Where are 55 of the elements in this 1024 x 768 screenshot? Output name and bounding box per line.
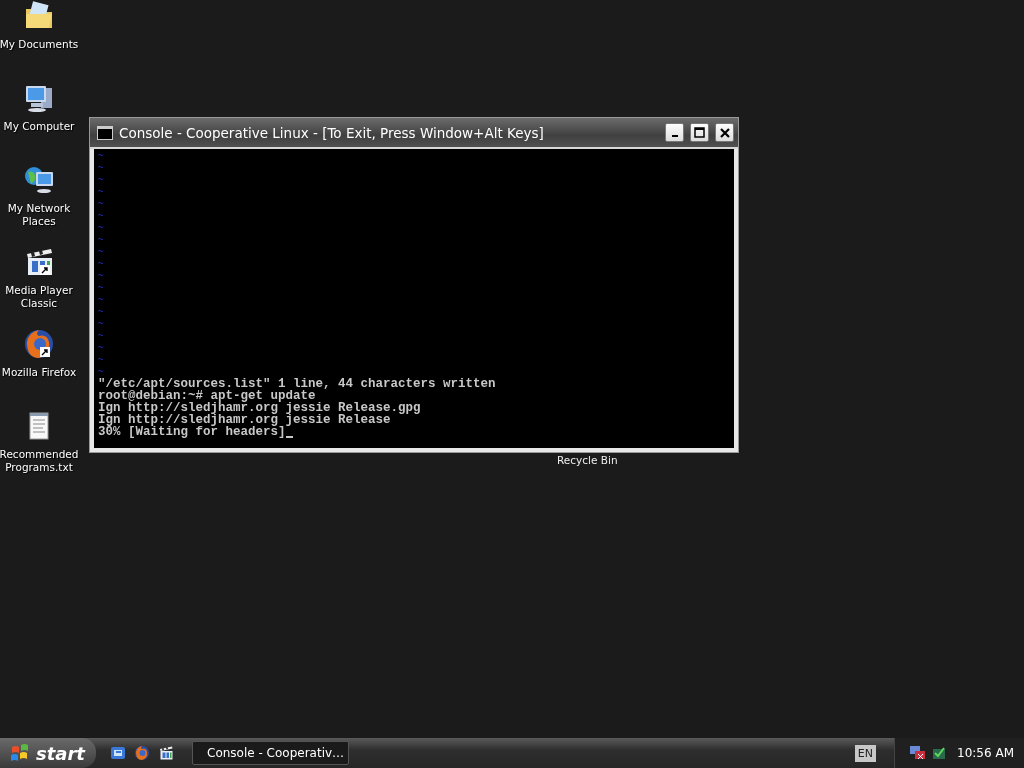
close-button[interactable] [715, 123, 734, 142]
empty-line-marker: ~ [98, 150, 105, 162]
empty-line-marker: ~ [98, 354, 105, 366]
terminal-line: Ign http://sledjhamr.org jessie Release [98, 414, 391, 426]
start-button[interactable]: start [0, 738, 96, 768]
empty-line-marker: ~ [98, 306, 105, 318]
terminal-line: root@debian:~# apt-get update [98, 390, 316, 402]
empty-line-marker: ~ [98, 330, 105, 342]
minimize-button[interactable] [665, 123, 684, 142]
icon-label[interactable]: Recycle Bin [557, 454, 618, 466]
shortcut-arrow-icon [40, 347, 50, 357]
desktop-icon[interactable] [110, 745, 126, 761]
minimize-icon [671, 135, 678, 137]
empty-line-marker: ~ [98, 258, 105, 270]
empty-line-marker: ~ [98, 234, 105, 246]
icon-label[interactable]: Recommended Programs.txt [0, 448, 79, 474]
shortcut-arrow-icon [40, 265, 50, 275]
icon-label[interactable]: My Documents [0, 38, 79, 51]
terminal-line: "/etc/apt/sources.list" 1 line, 44 characters written [98, 378, 497, 390]
window-title: Console - Cooperative Linux - [To Exit, Press Window+Alt Keys] [119, 124, 545, 141]
desktop-icon-image[interactable] [23, 328, 55, 360]
network-icon [23, 164, 55, 196]
icon-label[interactable]: My Network Places [0, 202, 79, 228]
empty-line-marker: ~ [98, 210, 105, 222]
windows-logo-icon [10, 744, 30, 762]
clapperboard-icon[interactable] [158, 745, 174, 761]
empty-line-marker: ~ [98, 342, 105, 354]
icon-label[interactable]: Mozilla Firefox [1, 366, 77, 379]
text-cursor [285, 436, 293, 438]
empty-line-marker: ~ [98, 270, 105, 282]
tray-app-icon[interactable] [931, 745, 948, 761]
empty-line-marker: ~ [98, 222, 105, 234]
terminal-line: Ign http://sledjhamr.org jessie Release.gpg [98, 402, 422, 414]
empty-line-marker: ~ [98, 246, 105, 258]
maximize-button[interactable] [690, 123, 709, 142]
firefox-icon[interactable] [134, 745, 150, 761]
icon-label[interactable]: My Computer [3, 120, 75, 133]
empty-line-marker: ~ [98, 198, 105, 210]
empty-line-marker: ~ [98, 366, 105, 378]
empty-line-marker: ~ [98, 162, 105, 174]
language-indicator[interactable]: EN [854, 744, 877, 762]
icon-label[interactable]: Media Player Classic [0, 284, 79, 310]
network-status-icon[interactable] [909, 745, 928, 761]
taskbar-button[interactable]: Console - Cooperativ… [192, 741, 349, 765]
close-icon [719, 127, 730, 138]
console-icon [97, 125, 113, 140]
empty-line-marker: ~ [98, 318, 105, 330]
empty-line-marker: ~ [98, 186, 105, 198]
terminal-line: 30% [Waiting for headers] [98, 426, 286, 438]
clock[interactable]: 10:56 AM [957, 746, 1014, 760]
empty-line-marker: ~ [98, 282, 105, 294]
empty-line-marker: ~ [98, 294, 105, 306]
maximize-icon [694, 127, 705, 138]
empty-line-marker: ~ [98, 174, 105, 186]
desktop-icon-image[interactable] [23, 164, 55, 196]
